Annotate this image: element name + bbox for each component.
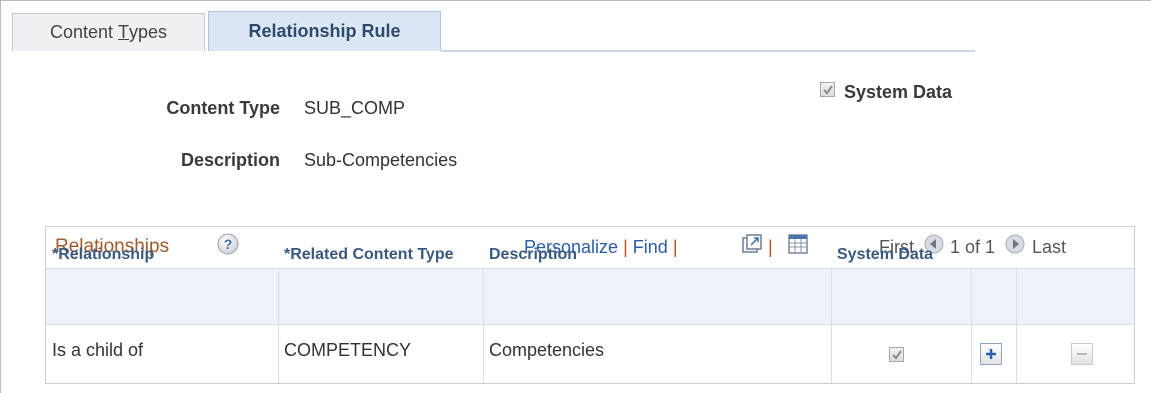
plus-icon <box>986 349 996 359</box>
system-data-label: System Data <box>844 82 953 102</box>
tab-content-types-label-prefix: Content <box>49 22 118 42</box>
tab-relationship-rule[interactable]: Relationship Rule <box>208 11 441 51</box>
column-divider <box>278 268 279 383</box>
column-header-related-content-type[interactable]: *Related Content Type <box>278 227 483 282</box>
column-header-description-label: Description <box>489 245 578 263</box>
column-divider <box>483 268 484 383</box>
checkmark-icon <box>823 85 833 95</box>
description-label: Description <box>180 150 280 170</box>
description-value: Sub-Competencies <box>304 150 458 170</box>
content-type-label: Content Type <box>166 98 280 118</box>
frame-top-border <box>0 0 1151 1</box>
add-row-button[interactable] <box>980 343 1002 365</box>
tab-relationship-rule-label: Relationship Rule <box>248 21 401 41</box>
next-arrow-icon[interactable] <box>1005 234 1025 254</box>
row-relationship-value: Is a child of <box>52 340 144 360</box>
column-header-system-data-label: System Data <box>837 245 934 263</box>
row-description-value: Competencies <box>489 340 605 360</box>
content-type-value: SUB_COMP <box>304 98 406 118</box>
system-data-checkbox[interactable] <box>820 82 835 97</box>
relationships-grid: Relationships ? Personalize | Find | | F… <box>45 226 1135 384</box>
column-header-description[interactable]: Description <box>483 227 831 282</box>
column-header-relationship[interactable]: *Relationship <box>46 227 278 282</box>
tab-content-types[interactable]: Content Types <box>12 13 205 51</box>
tab-strip-underline <box>441 50 975 52</box>
row-system-data-checkbox[interactable] <box>889 347 904 362</box>
minus-icon <box>1077 353 1087 355</box>
delete-row-button[interactable] <box>1071 343 1093 365</box>
column-header-related-content-type-label: *Related Content Type <box>284 245 454 263</box>
last-label[interactable]: Last <box>1032 237 1066 258</box>
tab-content-types-label-accesskey: T <box>118 22 129 42</box>
checkmark-icon <box>892 350 902 360</box>
row-related-content-type-value[interactable]: COMPETENCY <box>284 340 411 361</box>
column-divider <box>831 268 832 383</box>
column-divider <box>1016 268 1017 383</box>
frame-left-border <box>0 0 1 393</box>
column-header-relationship-label: *Relationship <box>52 245 155 263</box>
column-divider <box>971 268 972 383</box>
tab-content-types-label-suffix: ypes <box>129 22 168 42</box>
column-header-system-data: System Data <box>831 227 971 282</box>
